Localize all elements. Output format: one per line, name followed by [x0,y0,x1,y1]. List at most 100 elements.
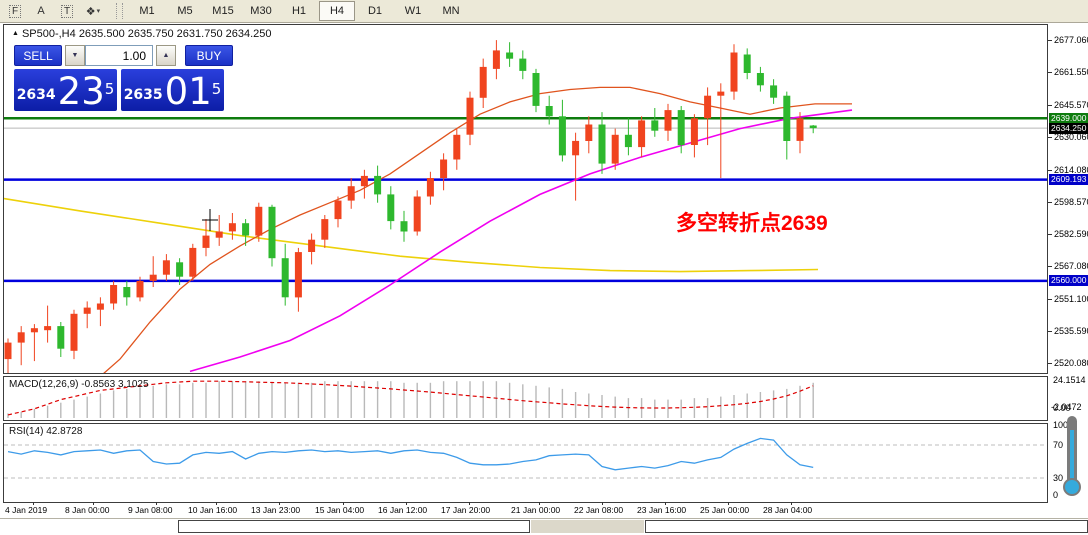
rsi-label: RSI(14) 42.8728 [9,426,82,437]
one-click-trading-panel: SELL ▼ 1.00 ▲ BUY 2634235 2635015 [14,45,233,111]
date-axis-tick [406,502,407,505]
sell-price-big: 23 [58,75,105,108]
price-badge: 2560.000 [1049,275,1088,286]
toolbar-grip[interactable] [116,3,123,19]
scrollbar-segment[interactable] [645,520,1088,533]
date-axis-tick [469,502,470,505]
timeframe-toolbar: M1M5M15M30H1H4D1W1MN [129,1,471,21]
price-axis-label: 2535.590 [1054,326,1088,336]
buy-button[interactable]: BUY [185,45,233,66]
timeframe-button-M1[interactable]: M1 [129,1,165,21]
macd-panel[interactable]: MACD(12,26,9) -0.8563 3.1025 [3,376,1048,421]
spin-down-icon: ▼ [72,52,79,59]
buy-price-box[interactable]: 2635015 [121,69,224,111]
rsi-axis-label: 0 [1053,490,1058,500]
price-badge: 2609.193 [1049,174,1088,185]
date-axis-tick [728,502,729,505]
volume-decrease-button[interactable]: ▼ [65,45,85,66]
price-axis-label: 2582.590 [1054,229,1088,239]
symbol-timeframe-label: SP500-,H4 [22,28,76,40]
quote-header: ▲SP500-,H4 2635.500 2635.750 2631.750 26… [12,28,272,40]
date-axis-label: 13 Jan 23:00 [251,505,300,515]
timeframe-button-M30[interactable]: M30 [243,1,279,21]
macd-axis-label: 24.1514 [1053,375,1086,385]
sell-button[interactable]: SELL [14,45,62,66]
price-axis-tick [1048,202,1052,203]
date-axis-label: 4 Jan 2019 [5,505,47,515]
price-axis-label: 2520.080 [1054,358,1088,368]
price-axis-label: 2614.080 [1054,165,1088,175]
timeframe-button-D1[interactable]: D1 [357,1,393,21]
price-axis-tick [1048,105,1052,106]
crosshair-cursor [202,209,218,231]
sell-price-sup: 5 [105,74,115,104]
timeframe-button-M15[interactable]: M15 [205,1,241,21]
date-axis-tick [791,502,792,505]
buy-price-main: 2635 [124,82,163,108]
price-axis-tick [1048,137,1052,138]
scrollbar-thumb[interactable] [531,520,644,533]
scrollbar-segment[interactable] [178,520,530,533]
timeframe-button-M5[interactable]: M5 [167,1,203,21]
sell-price-main: 2634 [17,82,56,108]
ma-magenta [190,110,852,371]
volume-input[interactable]: 1.00 [85,45,153,66]
price-axis-label: 2661.550 [1054,67,1088,77]
price-badge: 2634.250 [1049,123,1088,134]
arrows-icon[interactable]: ❖▾ [82,2,104,20]
date-axis-tick [343,502,344,505]
price-axis-tick [1048,363,1052,364]
price-axis-tick [1048,170,1052,171]
price-axis-tick [1048,72,1052,73]
date-axis-tick [93,502,94,505]
timeframe-button-MN[interactable]: MN [433,1,469,21]
volume-increase-button[interactable]: ▲ [156,45,176,66]
price-axis-label: 2598.570 [1054,197,1088,207]
text-icon[interactable]: A [30,2,52,20]
date-axis-label: 25 Jan 00:00 [700,505,749,515]
date-axis-label: 16 Jan 12:00 [378,505,427,515]
price-axis-label: 2551.100 [1054,294,1088,304]
spin-up-icon: ▲ [163,52,170,59]
date-axis-label: 15 Jan 04:00 [315,505,364,515]
date-axis-label: 23 Jan 16:00 [637,505,686,515]
main-chart-panel[interactable]: ▲SP500-,H4 2635.500 2635.750 2631.750 26… [3,24,1048,374]
text-label-icon[interactable]: T [56,2,78,20]
thermometer-bulb [1063,478,1081,496]
buy-price-sup: 5 [212,74,222,104]
price-axis-tick [1048,266,1052,267]
macd-label: MACD(12,26,9) -0.8563 3.1025 [9,379,149,390]
price-axis-tick [1048,234,1052,235]
timeframe-button-W1[interactable]: W1 [395,1,431,21]
date-axis-label: 17 Jan 20:00 [441,505,490,515]
rsi-chart[interactable] [4,424,1047,502]
date-axis-tick [33,502,34,505]
price-axis-tick [1048,299,1052,300]
macd-chart[interactable] [4,377,1047,420]
fibonacci-icon[interactable]: F [4,2,26,20]
date-axis-label: 10 Jan 16:00 [188,505,237,515]
price-axis-tick [1048,40,1052,41]
macd-axis-label: -2.0472 [1051,402,1082,412]
dropdown-arrow-icon: ▾ [97,7,101,15]
collapse-arrow-icon[interactable]: ▲ [12,30,19,37]
sell-price-box[interactable]: 2634235 [14,69,117,111]
date-axis-label: 9 Jan 08:00 [128,505,172,515]
price-axis-label: 2677.060 [1054,35,1088,45]
date-axis-label: 21 Jan 00:00 [511,505,560,515]
thermometer-icon [1060,416,1084,508]
timeframe-button-H4[interactable]: H4 [319,1,355,21]
horizontal-scrollbar[interactable] [0,518,1088,535]
timeframe-button-H1[interactable]: H1 [281,1,317,21]
date-axis-label: 22 Jan 08:00 [574,505,623,515]
rsi-panel[interactable]: RSI(14) 42.8728 [3,423,1048,503]
date-axis-tick [539,502,540,505]
buy-price-big: 01 [165,75,212,108]
date-axis-label: 28 Jan 04:00 [763,505,812,515]
date-axis-tick [156,502,157,505]
date-axis-tick [602,502,603,505]
date-axis-tick [216,502,217,505]
date-axis-tick [665,502,666,505]
price-axis-label: 2645.570 [1054,100,1088,110]
drawing-tools-group: FAT❖▾ [4,2,108,20]
